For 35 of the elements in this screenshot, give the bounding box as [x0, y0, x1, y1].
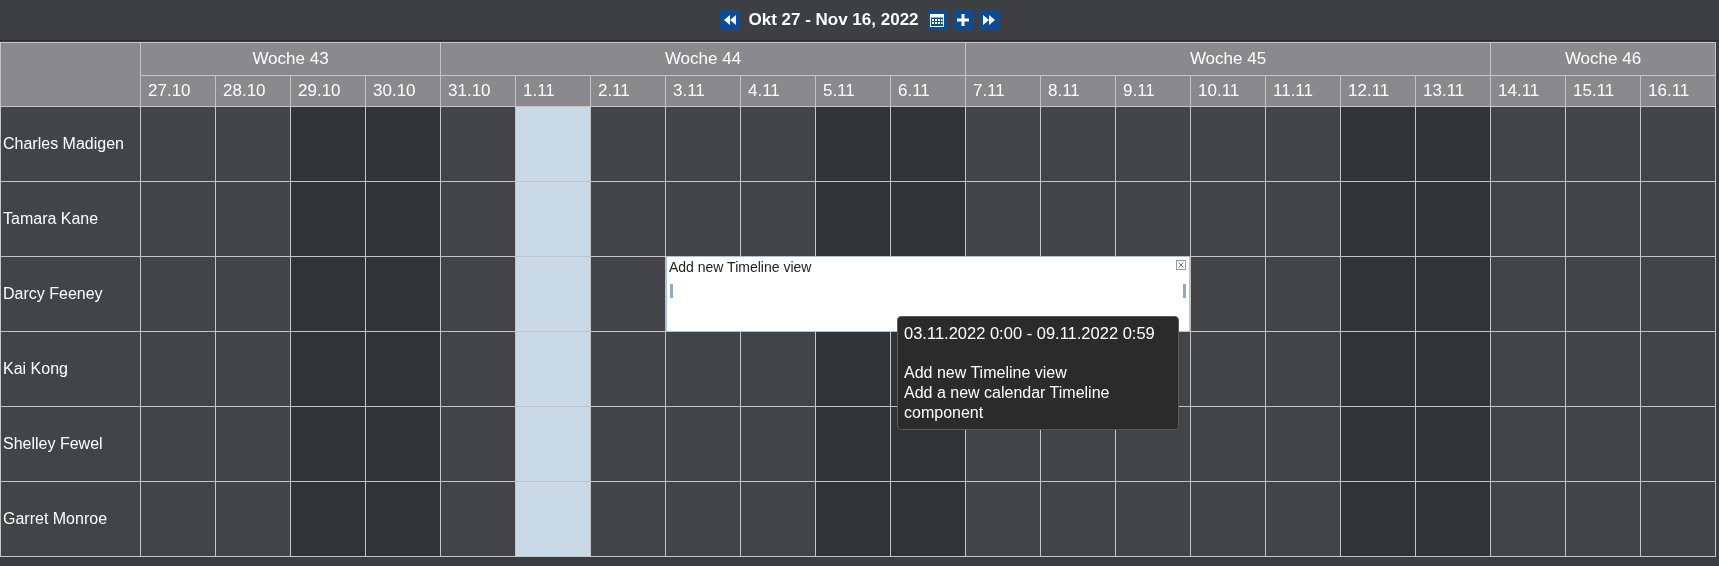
day-header: 7.11: [966, 76, 1040, 106]
day-header: 12.11: [1341, 76, 1415, 106]
day-header: 13.11: [1416, 76, 1490, 106]
day-header: 1.11: [516, 76, 590, 106]
day-header: 5.11: [816, 76, 890, 106]
day-header: 8.11: [1041, 76, 1115, 106]
week-header: Woche 46: [1491, 43, 1715, 75]
day-header: 9.11: [1116, 76, 1190, 106]
day-header: 2.11: [591, 76, 665, 106]
resource-name: Tamara Kane: [1, 182, 140, 256]
date-range-title: Okt 27 - Nov 16, 2022: [748, 10, 919, 30]
week-header: Woche 43: [141, 43, 440, 75]
day-header: 28.10: [216, 76, 290, 106]
resource-name: Kai Kong: [1, 332, 140, 406]
day-header: 31.10: [441, 76, 515, 106]
resource-name: Shelley Fewel: [1, 407, 140, 481]
tooltip-title: Add new Timeline view: [904, 363, 1068, 383]
day-header: 11.11: [1266, 76, 1340, 106]
tooltip-description: Add a new calendar Timeline component: [904, 383, 1111, 423]
day-header: 27.10: [141, 76, 215, 106]
resource-name: Charles Madigen: [1, 107, 140, 181]
resource-name: Garret Monroe: [1, 482, 140, 556]
week-header: Woche 45: [966, 43, 1490, 75]
week-header: Woche 44: [441, 43, 965, 75]
day-header: 6.11: [891, 76, 965, 106]
resource-name: Darcy Feeney: [1, 257, 140, 331]
day-header: 30.10: [366, 76, 440, 106]
day-header: 15.11: [1566, 76, 1640, 106]
day-header: 4.11: [741, 76, 815, 106]
day-header: 16.11: [1641, 76, 1715, 106]
day-header: 29.10: [291, 76, 365, 106]
day-header: 10.11: [1191, 76, 1265, 106]
day-header: 3.11: [666, 76, 740, 106]
day-header: 14.11: [1491, 76, 1565, 106]
event-title: Add new Timeline view: [669, 259, 812, 275]
